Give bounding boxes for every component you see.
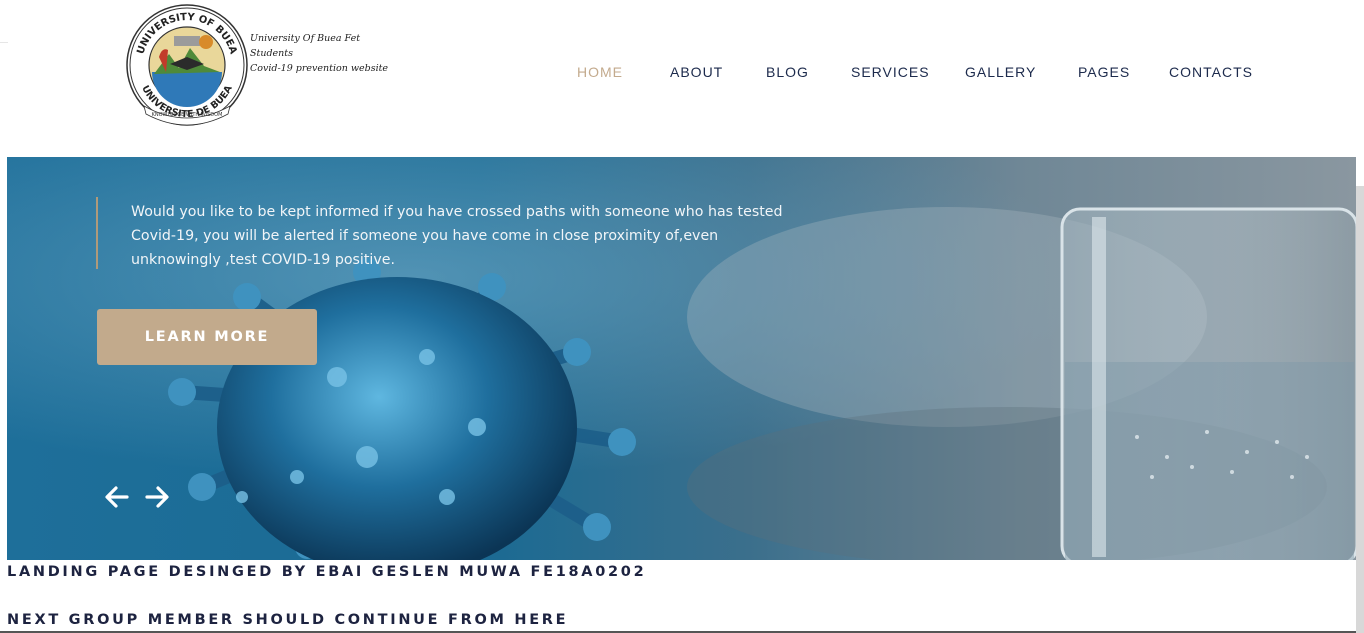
header-edge-line [0, 42, 8, 43]
nav-services[interactable]: SERVICES [851, 64, 930, 80]
nav-blog[interactable]: BLOG [766, 64, 809, 80]
main-nav: HOME ABOUT BLOG SERVICES GALLERY PAGES C… [0, 64, 1364, 84]
continue-note: NEXT GROUP MEMBER SHOULD CONTINUE FROM H… [7, 612, 569, 628]
nav-about[interactable]: ABOUT [670, 64, 723, 80]
designer-credit: LANDING PAGE DESINGED BY EBAI GESLEN MUW… [7, 564, 647, 580]
nav-contacts[interactable]: CONTACTS [1169, 64, 1253, 80]
quote-accent-bar [96, 197, 98, 269]
hero-slider: Would you like to be kept informed if yo… [7, 157, 1356, 560]
nav-pages[interactable]: PAGES [1078, 64, 1130, 80]
learn-more-button[interactable]: LEARN MORE [97, 309, 317, 365]
nav-home[interactable]: HOME [577, 64, 623, 80]
nav-gallery[interactable]: GALLERY [965, 64, 1036, 80]
logo-caption-line1: University Of Buea Fet Students [250, 33, 361, 59]
arrow-left-icon[interactable] [101, 481, 133, 513]
page-scrollbar[interactable] [1356, 186, 1364, 633]
seal-motto: KNOWLEDGE WITH WISDOM [152, 112, 223, 118]
hero-message: Would you like to be kept informed if yo… [131, 204, 783, 268]
site-header: UNIVERSITY OF BUEA UNIVERSITE DE BUEA KN… [0, 0, 1364, 157]
arrow-right-icon[interactable] [141, 481, 173, 513]
